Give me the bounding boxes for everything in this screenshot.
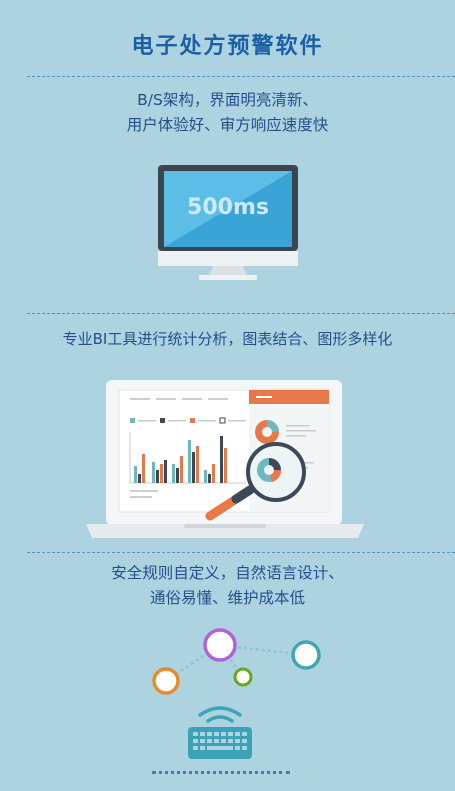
section-divider	[27, 76, 455, 77]
feature-2-text: 专业BI工具进行统计分析，图表结合、图形多样化	[0, 327, 455, 352]
feature-3-line-2: 通俗易懂、维护成本低	[149, 589, 305, 607]
monitor-base	[199, 275, 257, 280]
feature-3-line-1: 安全规则自定义，自然语言设计、	[111, 564, 344, 582]
wifi-icon	[198, 706, 242, 723]
monitor-neck	[209, 266, 247, 276]
bottom-dotted-divider	[152, 771, 290, 774]
node-green	[233, 667, 253, 687]
rules-network-illustration	[152, 628, 321, 759]
monitor-illustration: 500ms	[158, 165, 298, 280]
node-orange	[152, 667, 180, 695]
section-divider	[27, 552, 455, 553]
node-purple	[203, 628, 237, 662]
feature-2-line-1: 专业BI工具进行统计分析，图表结合、图形多样化	[62, 330, 393, 348]
feature-3-text: 安全规则自定义，自然语言设计、 通俗易懂、维护成本低	[0, 561, 455, 611]
feature-1-line-2: 用户体验好、审方响应速度快	[126, 116, 329, 134]
monitor-chin	[158, 251, 298, 266]
pie-chart	[255, 420, 279, 444]
laptop-analytics-illustration	[86, 380, 364, 538]
response-time-label: 500ms	[187, 195, 269, 220]
page-title: 电子处方预警软件	[131, 34, 324, 59]
keyboard-icon	[188, 727, 252, 759]
feature-1-line-1: B/S架构，界面明亮清新、	[137, 91, 318, 109]
section-divider	[27, 313, 455, 314]
feature-1-text: B/S架构，界面明亮清新、 用户体验好、审方响应速度快	[0, 88, 455, 138]
node-teal	[291, 640, 321, 670]
